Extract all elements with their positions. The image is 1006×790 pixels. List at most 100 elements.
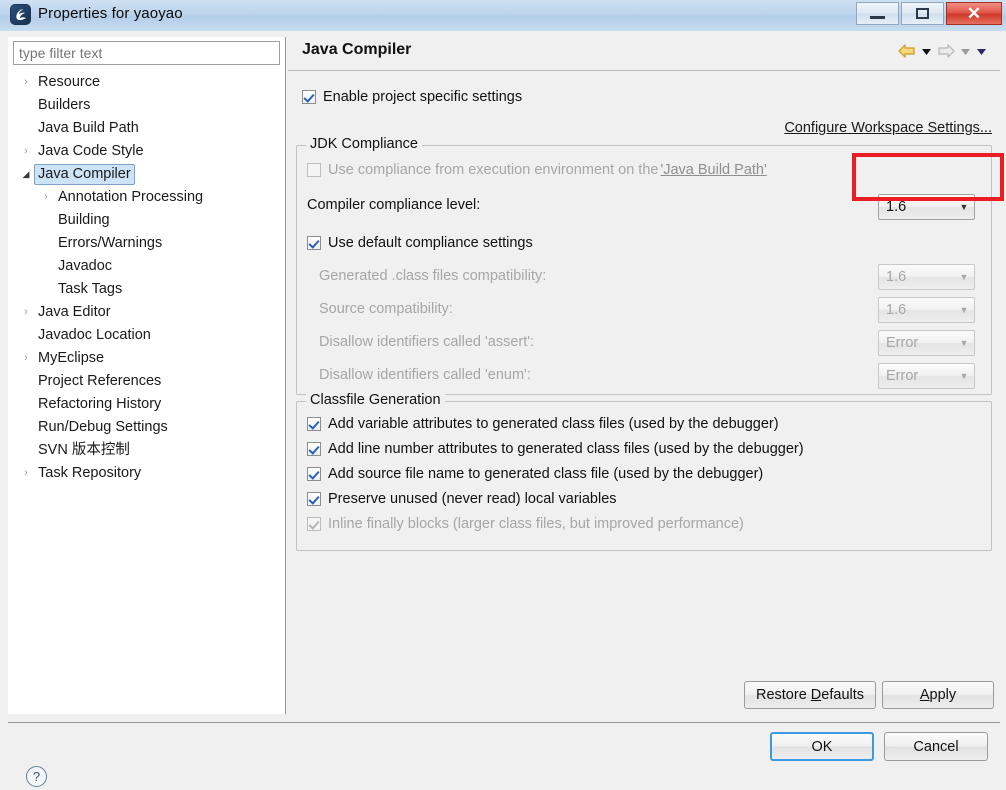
sidebar-item-myeclipse[interactable]: › MyEclipse bbox=[8, 347, 285, 370]
enable-project-specific-settings-checkbox[interactable] bbox=[302, 90, 316, 104]
window-title: Properties for yaoyao bbox=[38, 5, 183, 22]
sidebar-item-resource[interactable]: › Resource bbox=[8, 71, 285, 94]
twisty-collapsed-icon[interactable]: › bbox=[18, 140, 34, 163]
sidebar-item-label: MyEclipse bbox=[38, 350, 105, 366]
use-default-compliance-checkbox[interactable] bbox=[307, 236, 321, 250]
sidebar-item-project-references[interactable]: Project References bbox=[8, 370, 285, 393]
restore-defaults-button[interactable]: Restore Defaults bbox=[744, 681, 876, 709]
sidebar-item-building[interactable]: Building bbox=[8, 209, 285, 232]
chevron-down-icon: ▼ bbox=[959, 272, 969, 282]
dialog-body: ›ResourceBuildersJava Build Path›Java Co… bbox=[0, 31, 1006, 790]
sidebar-item-label: SVN 版本控制 bbox=[38, 442, 130, 458]
enable-project-specific-settings-row[interactable]: Enable project specific settings bbox=[302, 89, 522, 105]
sidebar-item-task-repository[interactable]: › Task Repository bbox=[8, 462, 285, 485]
forward-arrow-icon bbox=[936, 43, 956, 59]
sidebar-item-label: Resource bbox=[38, 74, 101, 90]
sidebar-item-label: Builders bbox=[38, 97, 91, 113]
use-execution-environment-checkbox bbox=[307, 163, 321, 177]
sidebar-item-label: Task Repository bbox=[38, 465, 142, 481]
eclipse-properties-icon bbox=[10, 4, 31, 25]
ok-button[interactable]: OK bbox=[770, 732, 874, 761]
page-nav-toolbar bbox=[897, 43, 988, 59]
settings-tree[interactable]: › Resource Builders Java Build Path › Java Co… bbox=[8, 71, 285, 485]
sidebar-item-builders[interactable]: Builders bbox=[8, 94, 285, 117]
properties-dialog: Properties for yaoyao ✕ ›ResourceBuilder… bbox=[0, 0, 1006, 790]
classfile-option-row: Inline finally blocks (larger class file… bbox=[307, 516, 744, 532]
filter-input[interactable] bbox=[13, 41, 280, 65]
cancel-button[interactable]: Cancel bbox=[884, 732, 988, 761]
classfile-option-checkbox[interactable] bbox=[307, 492, 321, 506]
restore-icon bbox=[902, 3, 943, 24]
sidebar-item-svn[interactable]: SVN 版本控制 bbox=[8, 439, 285, 462]
classfile-option-checkbox[interactable] bbox=[307, 417, 321, 431]
jdk-compliance-group: JDK Compliance Use compliance from execu… bbox=[296, 136, 992, 395]
disallow-assert-label-row: Disallow identifiers called 'assert': bbox=[319, 334, 534, 350]
sidebar-item-javadoc-location[interactable]: Javadoc Location bbox=[8, 324, 285, 347]
sidebar-item-refactoring-history[interactable]: Refactoring History bbox=[8, 393, 285, 416]
sidebar-item-label: Task Tags bbox=[58, 281, 123, 297]
sidebar-item-label: Refactoring History bbox=[38, 396, 162, 412]
classfile-option-checkbox[interactable] bbox=[307, 442, 321, 456]
eclipse-glyph-icon bbox=[16, 9, 26, 21]
cancel-label: Cancel bbox=[913, 738, 959, 755]
window-controls: ✕ bbox=[854, 2, 1002, 25]
help-icon[interactable]: ? bbox=[26, 766, 47, 787]
sidebar-item-run-debug-settings[interactable]: Run/Debug Settings bbox=[8, 416, 285, 439]
disallow-assert-label: Disallow identifiers called 'assert': bbox=[319, 334, 535, 350]
generated-class-compatibility-value: 1.6 bbox=[886, 269, 907, 285]
twisty-collapsed-icon[interactable]: › bbox=[18, 301, 34, 324]
twisty-collapsed-icon[interactable]: › bbox=[18, 462, 34, 485]
compiler-compliance-level-value: 1.6 bbox=[886, 199, 907, 215]
twisty-collapsed-icon[interactable]: › bbox=[38, 186, 54, 209]
close-button[interactable]: ✕ bbox=[946, 2, 1002, 25]
generated-class-compatibility-label: Generated .class files compatibility: bbox=[319, 268, 547, 284]
page-header: Java Compiler bbox=[288, 37, 1000, 71]
sidebar-item-label: Java Editor bbox=[38, 304, 111, 320]
minimize-button[interactable] bbox=[856, 2, 899, 25]
sidebar-item-java-build-path[interactable]: Java Build Path bbox=[8, 117, 285, 140]
classfile-option-row[interactable]: Add line number attributes to generated … bbox=[307, 441, 804, 457]
use-default-compliance-row[interactable]: Use default compliance settings bbox=[307, 235, 533, 251]
source-compatibility-value: 1.6 bbox=[886, 302, 907, 318]
disallow-enum-select: Error ▼ bbox=[878, 363, 975, 389]
apply-button[interactable]: Apply bbox=[882, 681, 994, 709]
settings-tree-panel: ›ResourceBuildersJava Build Path›Java Co… bbox=[8, 37, 286, 714]
compiler-compliance-level-select[interactable]: 1.6 ▼ bbox=[878, 194, 975, 220]
twisty-expanded-icon[interactable]: ◢ bbox=[18, 163, 34, 186]
disallow-enum-value: Error bbox=[886, 368, 919, 384]
back-menu-chevron-down-icon[interactable] bbox=[920, 43, 933, 59]
classfile-option-row[interactable]: Add variable attributes to generated cla… bbox=[307, 416, 779, 432]
classfile-option-checkbox[interactable] bbox=[307, 467, 321, 481]
use-default-compliance-label: Use default compliance settings bbox=[328, 235, 533, 251]
sidebar-item-annotation-processing[interactable]: › Annotation Processing bbox=[8, 186, 285, 209]
disallow-enum-label-row: Disallow identifiers called 'enum': bbox=[319, 367, 531, 383]
classfile-generation-group: Classfile Generation Add variable attrib… bbox=[296, 392, 992, 551]
sidebar-item-javadoc[interactable]: Javadoc bbox=[8, 255, 285, 278]
classfile-option-row[interactable]: Add source file name to generated class … bbox=[307, 466, 763, 482]
sidebar-item-label: Java Code Style bbox=[38, 143, 144, 159]
java-build-path-link[interactable]: 'Java Build Path' bbox=[660, 162, 766, 178]
sidebar-item-task-tags[interactable]: Task Tags bbox=[8, 278, 285, 301]
twisty-collapsed-icon[interactable]: › bbox=[18, 71, 34, 94]
jdk-compliance-group-title: JDK Compliance bbox=[306, 136, 422, 152]
generated-class-compatibility-label-row: Generated .class files compatibility: bbox=[319, 268, 546, 284]
back-arrow-icon[interactable] bbox=[897, 43, 917, 59]
sidebar-item-java-compiler[interactable]: ◢ Java Compiler bbox=[8, 163, 285, 186]
disallow-assert-value: Error bbox=[886, 335, 919, 351]
sidebar-item-errors-warnings[interactable]: Errors/Warnings bbox=[8, 232, 285, 255]
restore-defaults-label: Restore Defaults bbox=[755, 687, 865, 703]
sidebar-item-java-code-style[interactable]: › Java Code Style bbox=[8, 140, 285, 163]
configure-workspace-settings-link[interactable]: Configure Workspace Settings... bbox=[784, 120, 992, 136]
generated-class-compatibility-select: 1.6 ▼ bbox=[878, 264, 975, 290]
sidebar-item-java-editor[interactable]: › Java Editor bbox=[8, 301, 285, 324]
classfile-option-row[interactable]: Preserve unused (never read) local varia… bbox=[307, 491, 617, 507]
source-compatibility-select: 1.6 ▼ bbox=[878, 297, 975, 323]
classfile-option-label: Add line number attributes to generated … bbox=[328, 441, 804, 457]
use-execution-environment-row: Use compliance from execution environmen… bbox=[307, 162, 767, 178]
sidebar-item-label: Building bbox=[58, 212, 110, 228]
twisty-collapsed-icon[interactable]: › bbox=[18, 347, 34, 370]
sidebar-item-label: Annotation Processing bbox=[58, 189, 204, 205]
restore-button[interactable] bbox=[901, 2, 944, 25]
chevron-down-icon: ▼ bbox=[959, 305, 969, 315]
view-menu-chevron-down-icon[interactable] bbox=[975, 43, 988, 59]
